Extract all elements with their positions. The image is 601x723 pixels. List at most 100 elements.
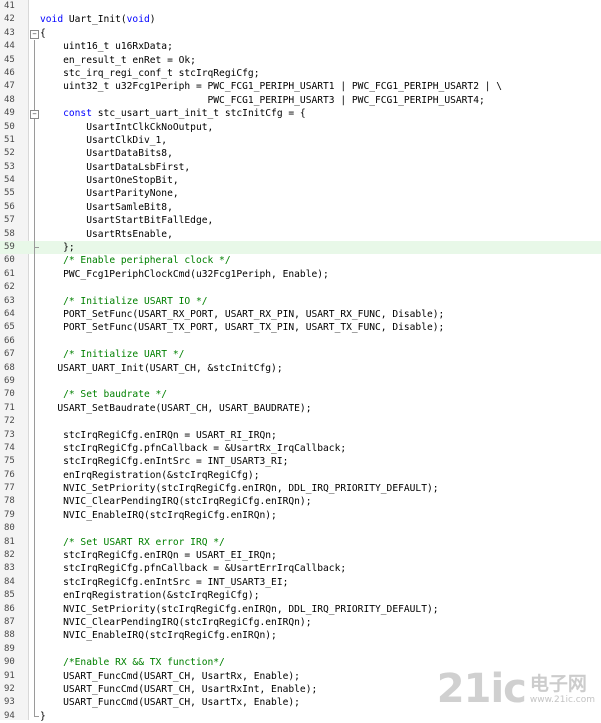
line-code: /* Set baudrate */ [40,388,167,401]
watermark-name: 电子网 [529,673,587,695]
keyword-token: void [126,14,150,26]
line-code: UsartStartBitFallEdge, [40,214,213,227]
line-number: 41 [4,1,15,11]
code-line[interactable]: 89 [0,642,601,657]
code-line[interactable]: 53 UsartDataLsbFirst, [0,160,601,175]
code-line[interactable]: 69 [0,374,601,389]
code-token: UsartRtsEnable, [40,228,173,240]
code-line[interactable]: 83 stcIrqRegiCfg.pfnCallback = &UsartErr… [0,562,601,576]
fold-guide [30,120,39,134]
code-line[interactable]: 79 NVIC_EnableIRQ(stcIrqRegiCfg.enIRQn); [0,508,601,523]
line-number: 68 [4,362,15,373]
code-line[interactable]: 81 /* Set USART RX error IRQ */ [0,535,601,550]
fold-guide [30,267,39,282]
line-number: 66 [4,335,15,346]
code-line[interactable]: 80 [0,522,601,536]
line-number: 82 [4,550,15,561]
code-line[interactable]: 76 enIrqRegistration(&stcIrqRegiCfg); [0,468,601,483]
line-code: UsartOneStopBit, [40,174,178,187]
code-line[interactable]: 54 UsartOneStopBit, [0,174,601,188]
keyword-token: const [63,108,92,120]
code-line[interactable]: 82 stcIrqRegiCfg.enIRQn = USART_EI_IRQn; [0,549,601,563]
code-line[interactable]: 60 /* Enable peripheral clock */ [0,254,601,268]
code-token: UsartIntClkCkNoOutput, [40,121,214,133]
line-number: 44 [4,41,15,52]
fold-guide [30,187,39,201]
code-line[interactable]: 51 UsartClkDiv_1, [0,133,601,148]
code-line[interactable]: 64 PORT_SetFunc(USART_RX_PORT, USART_RX_… [0,307,601,322]
fold-guide [30,227,39,242]
code-line[interactable]: 77 NVIC_SetPriority(stcIrqRegiCfg.enIRQn… [0,482,601,496]
line-number: 81 [4,536,15,547]
code-line[interactable]: 61 PWC_Fcg1PeriphClockCmd(u32Fcg1Periph,… [0,267,601,282]
code-line[interactable]: 43 −{ [0,27,601,40]
code-line[interactable]: 71 USART_SetBaudrate(USART_CH, USART_BAU… [0,401,601,416]
line-code: /* Initialize USART IO */ [40,295,207,308]
fold-toggle-icon[interactable]: − [30,110,39,120]
code-token: enIrqRegistration(&stcIrqRegiCfg); [40,469,260,481]
fold-toggle-icon[interactable]: − [30,29,39,39]
line-code: /*Enable RX && TX function*/ [40,656,225,669]
fold-guide [30,562,39,576]
code-line[interactable]: 62 [0,281,601,295]
fold-guide [30,401,39,416]
code-token: PORT_SetFunc(USART_RX_PORT, USART_RX_PIN… [40,308,445,320]
code-line[interactable]: 46 stc_irq_regi_conf_t stcIrqRegiCfg; [0,66,601,81]
line-number: 51 [4,134,15,145]
line-code: /* Enable peripheral clock */ [40,254,231,267]
code-line[interactable]: 59 }; [0,241,601,255]
line-code: PORT_SetFunc(USART_TX_PORT, USART_TX_PIN… [40,321,444,334]
code-line[interactable]: 66 [0,334,601,349]
code-line[interactable]: 48 PWC_FCG1_PERIPH_USART3 | PWC_FCG1_PER… [0,93,601,108]
line-number: 87 [4,616,15,627]
code-line[interactable]: 55 UsartParityNone, [0,187,601,201]
fold-guide [30,696,39,710]
code-line[interactable]: 58 UsartRtsEnable, [0,227,601,242]
code-token: USART_FuncCmd(USART_CH, UsartRxInt, Enab… [40,683,318,695]
code-line[interactable]: 67 /* Initialize UART */ [0,348,601,362]
code-line[interactable]: 70 /* Set baudrate */ [0,388,601,402]
line-code: UsartClkDiv_1, [40,134,167,147]
code-line[interactable]: 42 void Uart_Init(void) [0,13,601,26]
line-code: USART_SetBaudrate(USART_CH, USART_BAUDRA… [40,402,311,415]
code-token: NVIC_ClearPendingIRQ(stcIrqRegiCfg.enIRQ… [40,616,312,628]
line-code: stcIrqRegiCfg.enIRQn = USART_RI_IRQn; [40,429,277,442]
code-token: ) [149,14,156,26]
code-line[interactable]: 41 [0,0,601,13]
code-line[interactable]: 86 NVIC_SetPriority(stcIrqRegiCfg.enIRQn… [0,602,601,616]
code-line[interactable]: 85 enIrqRegistration(&stcIrqRegiCfg); [0,589,601,603]
code-line[interactable]: 74 stcIrqRegiCfg.pfnCallback = &UsartRx_… [0,441,601,456]
fold-guide [30,415,39,429]
code-token: NVIC_ClearPendingIRQ(stcIrqRegiCfg.enIRQ… [40,496,312,508]
code-token: UsartStartBitFallEdge, [40,215,214,227]
line-number: 46 [4,67,15,78]
code-line[interactable]: 78 NVIC_ClearPendingIRQ(stcIrqRegiCfg.en… [0,495,601,509]
code-line[interactable]: 87 NVIC_ClearPendingIRQ(stcIrqRegiCfg.en… [0,615,601,630]
code-line[interactable]: 57 UsartStartBitFallEdge, [0,214,601,228]
code-line[interactable]: 47 uint32_t u32Fcg1Periph = PWC_FCG1_PER… [0,80,601,94]
code-line[interactable]: 73 stcIrqRegiCfg.enIRQn = USART_RI_IRQn; [0,428,601,442]
code-line[interactable]: 63 /* Initialize USART IO */ [0,294,601,308]
code-line[interactable]: 50 UsartIntClkCkNoOutput, [0,120,601,134]
code-line[interactable]: 84 stcIrqRegiCfg.enIntSrc = INT_USART3_E… [0,575,601,590]
code-line[interactable]: 44 uint16_t u16RxData; [0,40,601,54]
line-number: 64 [4,308,15,319]
code-token: uint32_t u32Fcg1Periph = PWC_FCG1_PERIPH… [40,81,503,93]
code-line[interactable]: 56 UsartSamleBit8, [0,200,601,215]
code-line[interactable]: 52 UsartDataBits8, [0,147,601,161]
code-line[interactable]: 72 [0,415,601,429]
code-line[interactable]: 75 stcIrqRegiCfg.enIntSrc = INT_USART3_R… [0,455,601,469]
line-code: USART_FuncCmd(USART_CH, UsartTx, Enable)… [40,696,300,709]
fold-guide [30,615,39,630]
code-line[interactable]: 88 NVIC_EnableIRQ(stcIrqRegiCfg.enIRQn); [0,629,601,643]
line-number: 63 [4,295,15,306]
code-line[interactable]: 65 PORT_SetFunc(USART_TX_PORT, USART_TX_… [0,321,601,335]
line-number: 56 [4,201,15,212]
code-line[interactable]: 68 USART_UART_Init(USART_CH, &stcInitCfg… [0,361,601,375]
code-line[interactable]: 45 en_result_t enRet = Ok; [0,53,601,67]
line-number: 48 [4,94,15,105]
fold-guide [30,656,39,670]
code-editor[interactable]: 41 42 void Uart_Init(void) 43−{44 uint16_t … [0,0,601,722]
code-line[interactable]: 49 − const stc_usart_uart_init_t stcInitC… [0,107,601,121]
